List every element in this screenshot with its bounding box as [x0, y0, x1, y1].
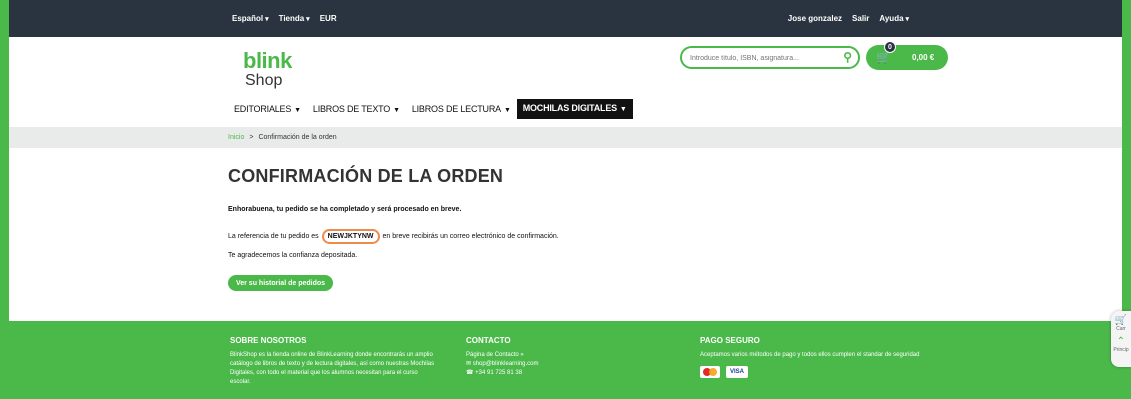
- nav-libros-de-lectura[interactable]: LIBROS DE LECTURA ▼: [406, 100, 517, 118]
- logout-link[interactable]: Salir: [852, 14, 869, 23]
- main-nav: EDITORIALES ▼ LIBROS DE TEXTO ▼ LIBROS DE …: [228, 99, 633, 119]
- payment-cards: VISA: [700, 366, 930, 378]
- success-message: Enhorabuena, tu pedido se ha completado …: [228, 206, 462, 213]
- reference-suffix: en breve recibirás un correo electrónico…: [382, 233, 559, 240]
- chevron-down-icon: ▼: [619, 106, 627, 113]
- visa-icon: VISA: [726, 366, 748, 378]
- nav-editoriales[interactable]: EDITORIALES ▼: [228, 100, 307, 118]
- breadcrumb-current: Confirmación de la orden: [258, 134, 337, 141]
- breadcrumb-home-link[interactable]: Inicio: [228, 134, 244, 141]
- currency-label[interactable]: EUR: [320, 14, 337, 23]
- page-title: CONFIRMACIÓN DE LA ORDEN: [228, 166, 504, 186]
- top-bar: Español Tienda EUR Jose gonzalez Salir A…: [0, 0, 1131, 37]
- nav-label: LIBROS DE TEXTO: [312, 104, 391, 114]
- main-content: CONFIRMACIÓN DE LA ORDEN Enhorabuena, tu…: [228, 166, 928, 291]
- chevron-up-icon[interactable]: ⌃: [1111, 336, 1131, 347]
- footer: SOBRE NOSOTROS BlinkShop es la tienda on…: [0, 321, 1131, 399]
- contact-page-link[interactable]: Página de Contacto »: [466, 351, 616, 360]
- nav-mochilas-digitales[interactable]: MOCHILAS DIGITALES ▼: [516, 99, 633, 119]
- user-name-link[interactable]: Jose gonzalez: [788, 14, 842, 23]
- phone-icon: ☎: [466, 370, 474, 376]
- contact-phone: +34 91 725 81 38: [475, 370, 523, 376]
- chevron-down-icon: ▼: [294, 107, 301, 114]
- footer-about-title: SOBRE NOSOTROS: [230, 336, 307, 345]
- breadcrumb-separator: >: [249, 134, 254, 141]
- floating-side-widget[interactable]: 🛒 Carr ⌃ Princip: [1111, 311, 1131, 367]
- language-selector[interactable]: Español: [232, 14, 269, 23]
- mastercard-icon: [700, 366, 720, 378]
- search-input[interactable]: [690, 51, 830, 65]
- side-top-label: Princip: [1113, 347, 1129, 353]
- breadcrumb: Inicio > Confirmación de la orden: [228, 134, 337, 141]
- contact-phone-link[interactable]: ☎ +34 91 725 81 38: [466, 369, 616, 378]
- contact-email-link[interactable]: ✉ shop@blinklearning.com: [466, 360, 616, 369]
- help-menu[interactable]: Ayuda: [879, 14, 909, 23]
- footer-payment: PAGO SEGURO Aceptamos varios métodos de …: [700, 336, 930, 378]
- logo-brand: blink: [243, 48, 292, 73]
- footer-contact-title: CONTACTO: [466, 336, 511, 345]
- nav-label: EDITORIALES: [234, 104, 292, 114]
- store-selector[interactable]: Tienda: [279, 14, 310, 23]
- search-icon[interactable]: ⚲: [843, 50, 852, 64]
- cart-icon: 🛒: [1114, 315, 1128, 326]
- chevron-down-icon: ▼: [503, 107, 511, 114]
- logo-sub: Shop: [245, 72, 283, 89]
- footer-pay-title: PAGO SEGURO: [700, 336, 760, 345]
- blinkshop-logo[interactable]: blink Shop: [243, 50, 292, 89]
- reference-prefix: La referencia de tu pedido es: [228, 233, 319, 240]
- footer-about: SOBRE NOSOTROS BlinkShop es la tienda on…: [230, 336, 440, 387]
- footer-pay-text: Aceptamos varios métodos de pago y todos…: [700, 352, 920, 358]
- footer-contact: CONTACTO Página de Contacto » ✉ shop@bli…: [466, 336, 616, 378]
- thanks-message: Te agradecemos la confianza depositada.: [228, 252, 358, 259]
- nav-label: LIBROS DE LECTURA: [411, 104, 501, 114]
- reference-message: La referencia de tu pedido es NEWJKTYNW …: [228, 229, 559, 244]
- breadcrumb-bar: Inicio > Confirmación de la orden: [9, 127, 1122, 148]
- nav-libros-de-texto[interactable]: LIBROS DE TEXTO ▼: [307, 100, 406, 118]
- order-history-button[interactable]: Ver su historial de pedidos: [228, 275, 333, 291]
- contact-email: shop@blinklearning.com: [472, 361, 539, 367]
- cart-button[interactable]: 🛒 0 0,00 €: [866, 41, 948, 70]
- cart-count-badge: 0: [884, 41, 896, 53]
- footer-about-text: BlinkShop es la tienda online de BlinkLe…: [230, 352, 435, 385]
- side-cart-label: Carr: [1116, 326, 1126, 332]
- mail-icon: ✉: [466, 361, 472, 367]
- nav-label: MOCHILAS DIGITALES: [522, 103, 617, 113]
- chevron-down-icon: ▼: [393, 107, 400, 114]
- search-box: ⚲: [680, 46, 860, 69]
- cart-amount: 0,00 €: [912, 53, 935, 62]
- order-reference: NEWJKTYNW: [321, 229, 380, 244]
